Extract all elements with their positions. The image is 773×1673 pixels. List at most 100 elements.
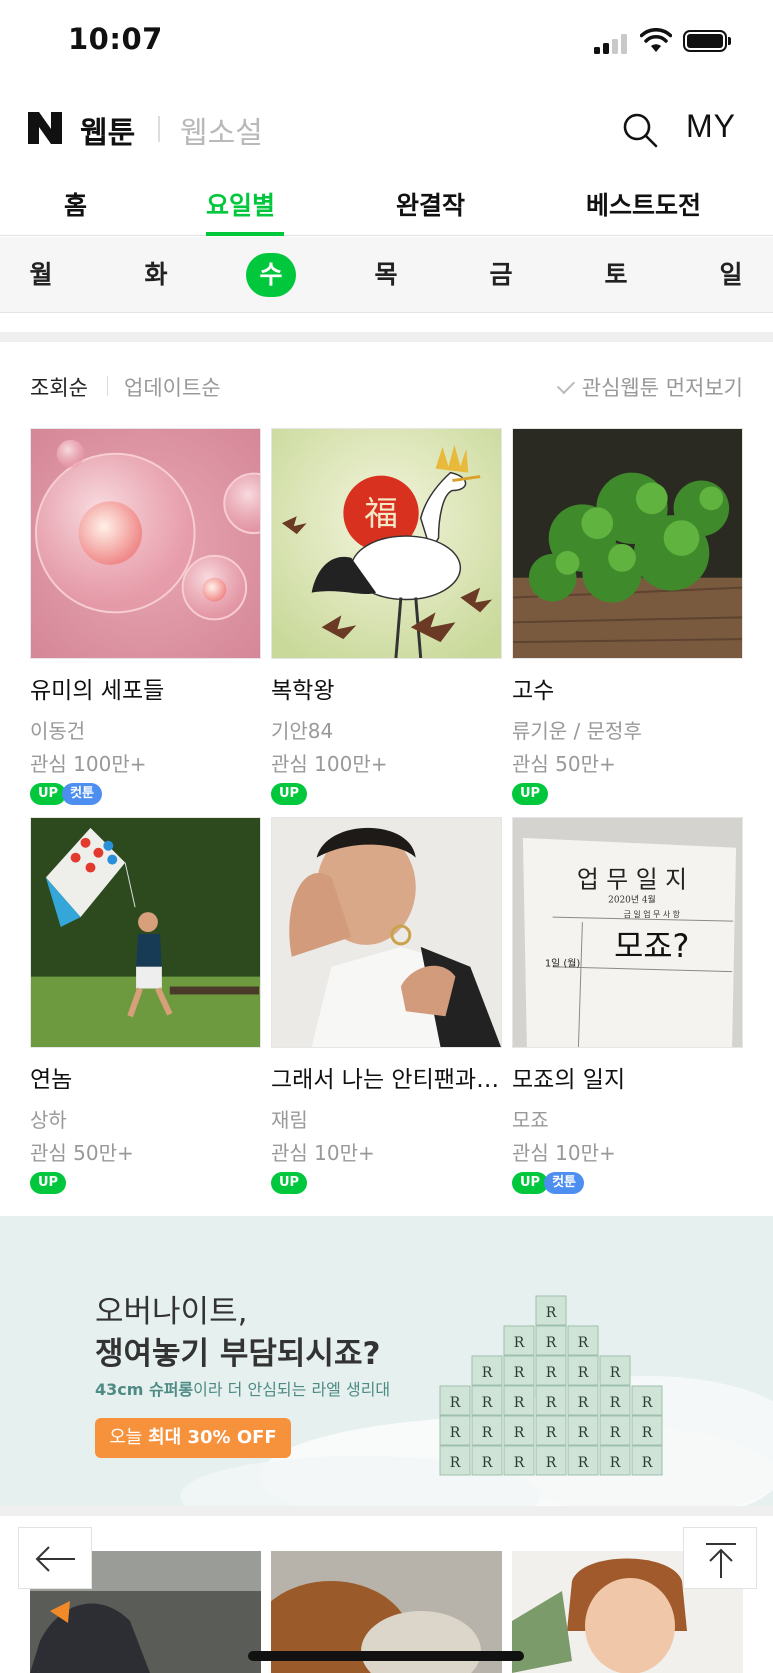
webtoon-thumbnail[interactable] [512, 428, 743, 659]
up-badge: UP [271, 783, 308, 805]
diary-subtitle: 금 일 업 무 사 항 [624, 910, 680, 919]
svg-text:R: R [482, 1365, 493, 1381]
ad-cta-prefix: 오늘 [109, 1427, 149, 1448]
signal-icon [594, 34, 630, 54]
svg-text:R: R [578, 1335, 589, 1351]
cuttoon-badge: 컷툰 [544, 1172, 585, 1194]
webtoon-thumbnail[interactable] [271, 817, 502, 1048]
svg-text:R: R [514, 1455, 525, 1471]
day-wed[interactable]: 수 [246, 253, 296, 297]
webtoon-title[interactable]: 웹툰 [80, 108, 135, 152]
tab-weekday[interactable]: 요일별 [206, 186, 275, 222]
svg-text:R: R [546, 1395, 557, 1411]
sort-row: 조회순 업데이트순 관심웹툰 먼저보기 [0, 372, 773, 402]
sort-by-views[interactable]: 조회순 [30, 372, 88, 402]
webtoon-favorites: 관심 10만+ [271, 1141, 375, 1165]
webtoon-thumbnail[interactable]: 업 무 일 지 2020년 4월 금 일 업 무 사 항 1일 (월) 모죠? [512, 817, 743, 1048]
diary-date: 2020년 4월 [608, 893, 656, 905]
webtoon-card[interactable]: 그래서 나는 안티팬과 결혼했다 재림 관심 10만+ UP [271, 817, 502, 1194]
up-badge: UP [30, 783, 67, 805]
up-badge: UP [30, 1172, 67, 1194]
webtoon-card[interactable]: 福 복학왕 기안84 관심 100만+ UP [271, 428, 502, 805]
svg-text:R: R [578, 1365, 589, 1381]
ad-cta-bold: 최대 30% OFF [148, 1427, 277, 1448]
product-box: R [567, 1415, 599, 1446]
product-box: R [471, 1445, 503, 1476]
battery-icon [683, 30, 731, 52]
svg-text:R: R [482, 1455, 493, 1471]
product-box: R [535, 1295, 567, 1326]
webtoon-favorites: 관심 100만+ [271, 752, 388, 776]
webtoon-thumbnail[interactable] [30, 428, 261, 659]
ad-subtext: 43cm 슈퍼롱이라 더 안심되는 라엘 생리대 [95, 1376, 390, 1400]
webtoon-title: 그래서 나는 안티팬과 결혼했다 [271, 1067, 502, 1093]
webtoon-favorites: 관심 50만+ [30, 1141, 134, 1165]
day-fri[interactable]: 금 [476, 253, 526, 297]
product-box: R [471, 1355, 503, 1386]
day-tue[interactable]: 화 [131, 253, 181, 297]
svg-text:R: R [450, 1455, 461, 1471]
scroll-top-button[interactable] [683, 1527, 757, 1589]
webtoon-thumbnail[interactable]: 福 [271, 428, 502, 659]
product-box: R [599, 1415, 631, 1446]
webtoon-card[interactable]: 연놈 상하 관심 50만+ UP [30, 817, 261, 1194]
webtoon-card[interactable]: 고수 류기운 / 문정후 관심 50만+ UP [512, 428, 743, 805]
svg-text:福: 福 [364, 494, 398, 533]
product-box: R [599, 1385, 631, 1416]
product-box: R [471, 1415, 503, 1446]
naver-logo[interactable] [28, 112, 62, 144]
product-box: R [535, 1445, 567, 1476]
product-box: R [631, 1385, 663, 1416]
product-box: R [503, 1325, 535, 1356]
webtoon-card[interactable]: 유미의 세포들 이동건 관심 100만+ UP 컷툰 [30, 428, 261, 805]
sort-by-updated[interactable]: 업데이트순 [124, 372, 221, 402]
svg-text:R: R [514, 1365, 525, 1381]
product-box: R [503, 1355, 535, 1386]
svg-text:R: R [610, 1365, 621, 1381]
ad-cta-button[interactable]: 오늘 최대 30% OFF [95, 1418, 291, 1458]
my-button[interactable]: MY [686, 108, 736, 145]
product-box: R [599, 1445, 631, 1476]
webtoon-author: 모죠 [512, 1108, 549, 1132]
section-divider [0, 1506, 773, 1516]
day-sat[interactable]: 토 [591, 253, 641, 297]
webtoon-title: 모죠의 일지 [512, 1067, 626, 1093]
product-box: R [535, 1385, 567, 1416]
back-arrow-icon [35, 1546, 75, 1572]
up-badge: UP [512, 1172, 549, 1194]
product-box: R [567, 1385, 599, 1416]
main-tabs: 홈 요일별 완결작 베스트도전 [0, 178, 773, 236]
tab-best-challenge[interactable]: 베스트도전 [586, 186, 701, 222]
webnovel-link[interactable]: 웹소설 [180, 108, 263, 152]
status-time: 10:07 [68, 22, 163, 56]
svg-text:R: R [546, 1455, 557, 1471]
day-thu[interactable]: 목 [361, 253, 411, 297]
webtoon-title: 연놈 [30, 1067, 73, 1093]
webtoon-thumbnail[interactable] [30, 817, 261, 1048]
day-sun[interactable]: 일 [706, 253, 756, 297]
active-tab-underline [206, 232, 284, 236]
svg-text:R: R [642, 1455, 653, 1471]
day-mon[interactable]: 월 [16, 253, 66, 297]
webtoon-favorites: 관심 10만+ [512, 1141, 616, 1165]
ad-headline-1: 오버나이트, [95, 1294, 248, 1330]
svg-text:R: R [514, 1425, 525, 1441]
tab-completed[interactable]: 완결작 [396, 186, 465, 222]
tab-home[interactable]: 홈 [64, 186, 87, 222]
diary-title: 업 무 일 지 [577, 865, 687, 893]
product-box: R [535, 1355, 567, 1386]
webtoon-title: 유미의 세포들 [30, 678, 165, 704]
diary-day: 1일 (월) [545, 958, 581, 970]
product-box: R [567, 1325, 599, 1356]
back-button[interactable] [18, 1527, 92, 1589]
svg-text:R: R [578, 1455, 589, 1471]
day-tabs: 월 화 수 목 금 토 일 [0, 237, 773, 313]
up-badge: UP [271, 1172, 308, 1194]
webtoon-author: 재림 [271, 1108, 308, 1132]
webtoon-card[interactable]: 업 무 일 지 2020년 4월 금 일 업 무 사 항 1일 (월) 모죠? … [512, 817, 743, 1194]
favorites-first-toggle[interactable]: 관심웹툰 먼저보기 [556, 372, 743, 402]
ad-banner[interactable]: 오버나이트, 쟁여놓기 부담되시죠? 43cm 슈퍼롱이라 더 안심되는 라엘 … [0, 1216, 773, 1506]
search-icon[interactable] [620, 110, 660, 150]
product-box: R [471, 1385, 503, 1416]
product-box: R [535, 1325, 567, 1356]
